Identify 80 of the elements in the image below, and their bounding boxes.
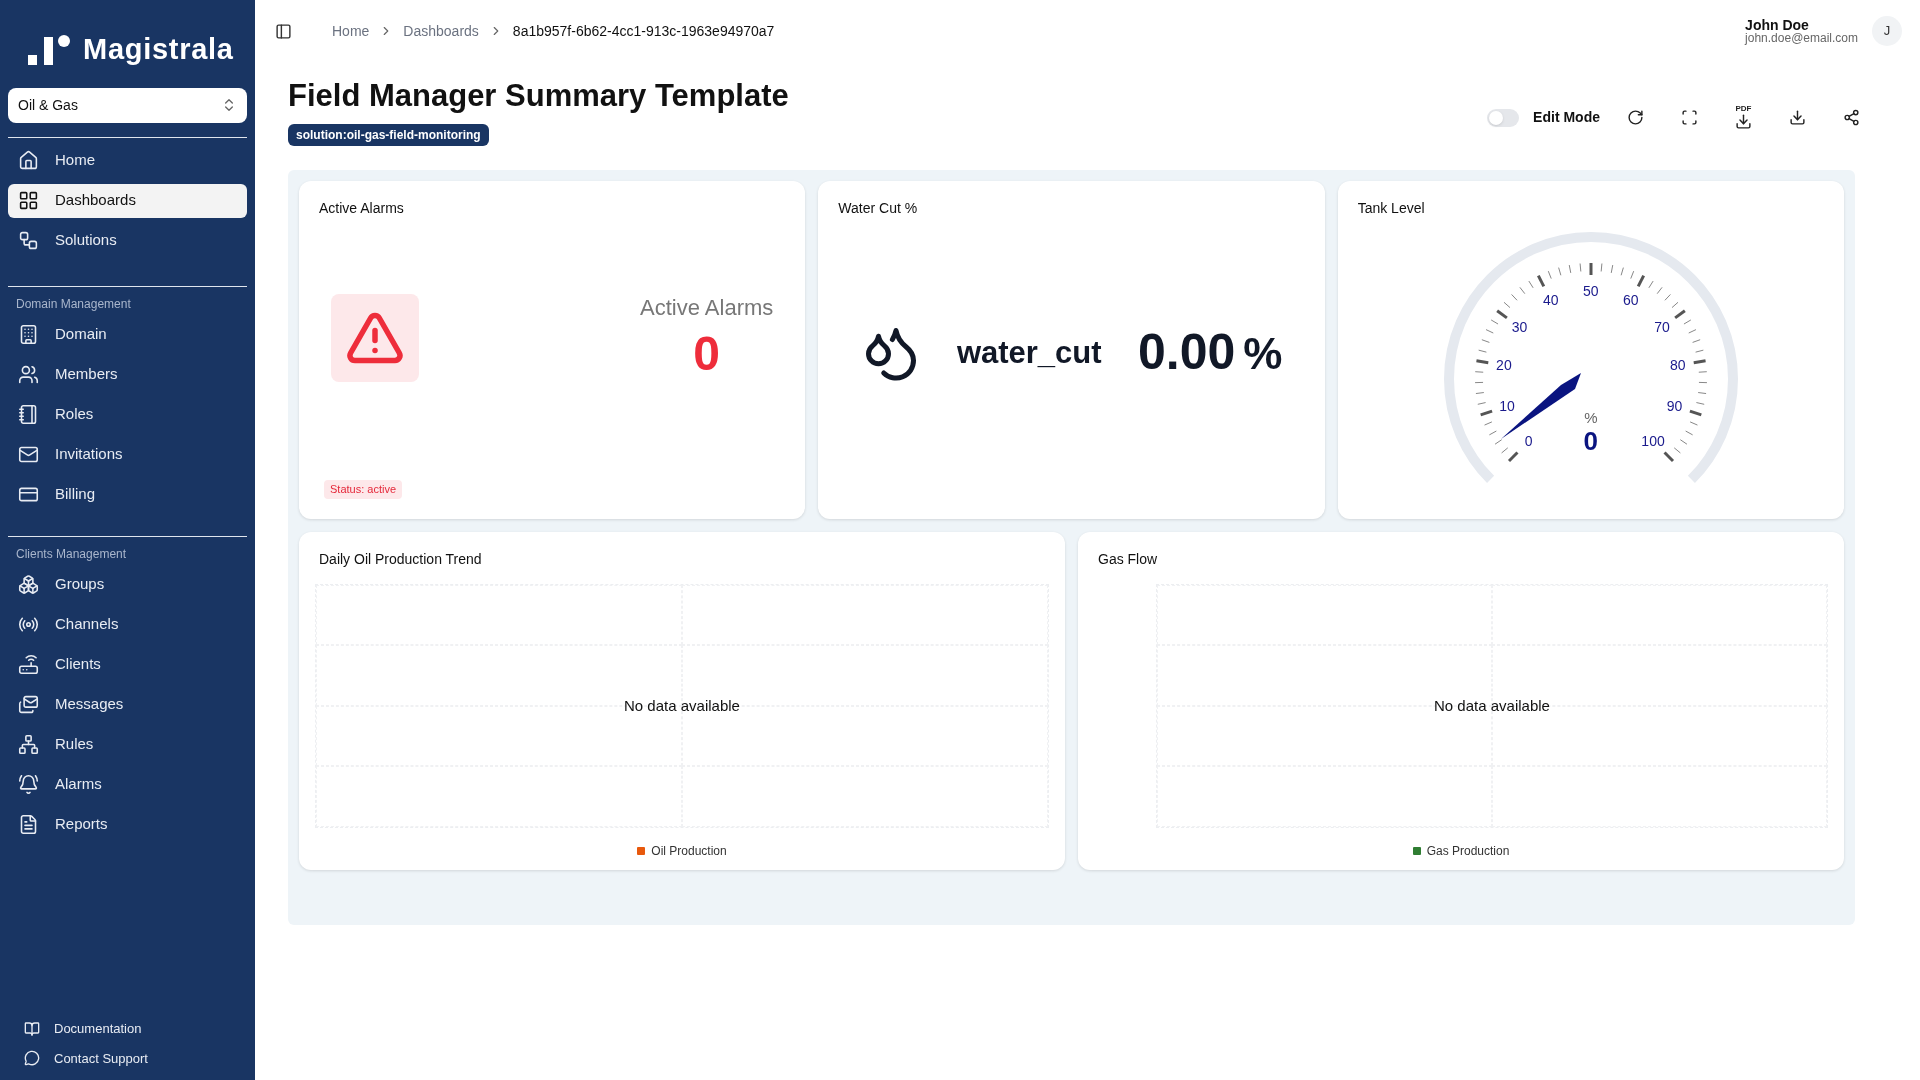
gauge-scale-label: 0 bbox=[1524, 433, 1533, 448]
alarm-count: 0 bbox=[693, 326, 721, 382]
nav-item[interactable]: Messages bbox=[8, 687, 247, 722]
nav-item[interactable]: Domain bbox=[8, 317, 247, 352]
pdf-export-button[interactable]: PDF bbox=[1735, 105, 1752, 130]
gauge-scale-label: 20 bbox=[1496, 357, 1512, 372]
metric-value: 0.00 bbox=[1138, 323, 1236, 383]
document-icon bbox=[18, 814, 39, 835]
footer-link[interactable]: Documentation bbox=[24, 1019, 247, 1039]
gauge-scale-label: 60 bbox=[1622, 293, 1639, 308]
gauge-scale-label: 30 bbox=[1511, 320, 1528, 334]
notebook-icon bbox=[18, 404, 39, 425]
empty-message: No data available bbox=[623, 695, 741, 716]
nav-item[interactable]: Home bbox=[8, 143, 247, 178]
section-title: Domain Management bbox=[15, 295, 132, 313]
breadcrumb-item[interactable]: Dashboards bbox=[403, 20, 479, 42]
gauge-scale-label: 70 bbox=[1654, 320, 1670, 334]
sidebar-toggle-icon[interactable] bbox=[275, 22, 292, 40]
nav-item[interactable]: Reports bbox=[8, 807, 247, 842]
metric-name: water_cut bbox=[956, 333, 1102, 372]
bell-icon bbox=[18, 774, 39, 795]
nav-item[interactable]: Rules bbox=[8, 727, 247, 762]
solution-tag: solution:oil-gas-field-monitoring bbox=[288, 123, 489, 146]
gauge-scale-label: 50 bbox=[1583, 283, 1599, 298]
current-page-label: 8a1b957f-6b62-4cc1-913c-1963e94970a7 bbox=[512, 21, 775, 41]
legend-label: Gas Production bbox=[1426, 842, 1510, 860]
nav-item[interactable]: Groups bbox=[8, 567, 247, 602]
gauge-scale-label: 90 bbox=[1666, 398, 1683, 413]
grid-icon bbox=[18, 190, 39, 211]
logo-icon bbox=[26, 32, 71, 67]
nav-item[interactable]: Invitations bbox=[8, 437, 247, 472]
gauge-scale-label: 80 bbox=[1669, 357, 1686, 372]
chat-icon bbox=[24, 1050, 40, 1067]
router-icon bbox=[18, 654, 39, 675]
empty-message: No data available bbox=[1433, 695, 1551, 716]
nav-item[interactable]: Channels bbox=[8, 607, 247, 642]
share-icon[interactable] bbox=[1843, 109, 1860, 126]
home-icon bbox=[18, 150, 39, 171]
page-title: Field Manager Summary Template bbox=[288, 77, 789, 115]
gauge-scale-label: 100 bbox=[1641, 433, 1665, 448]
edit-mode-switch[interactable] bbox=[1487, 108, 1520, 127]
building-icon bbox=[18, 324, 39, 345]
gauge-scale-label: 10 bbox=[1499, 398, 1515, 413]
edit-mode-label: Edit Mode bbox=[1533, 108, 1600, 127]
download-icon[interactable] bbox=[1789, 109, 1806, 126]
nav-item[interactable]: Roles bbox=[8, 397, 247, 432]
status-badge: Status: active bbox=[324, 480, 403, 499]
nodes-icon bbox=[18, 734, 39, 755]
widget-title: Active Alarms bbox=[318, 198, 405, 218]
user-name: John Doe bbox=[1745, 18, 1810, 32]
alarm-label: Active Alarms bbox=[640, 294, 774, 322]
section-title: Clients Management bbox=[15, 545, 128, 563]
nav-item[interactable]: Solutions bbox=[8, 223, 247, 258]
nav-item[interactable]: Clients bbox=[8, 647, 247, 682]
breadcrumb-item[interactable]: Home bbox=[332, 20, 370, 42]
domain-select[interactable]: Oil & Gas bbox=[8, 87, 247, 123]
book-icon bbox=[24, 1020, 40, 1037]
widget-title: Gas Flow bbox=[1097, 549, 1159, 569]
mail-icon bbox=[18, 444, 39, 465]
user-avatar[interactable]: J bbox=[1872, 16, 1902, 46]
boxes-icon bbox=[18, 574, 39, 595]
workflow-icon bbox=[18, 230, 39, 251]
mails-icon bbox=[18, 694, 39, 715]
metric-unit: % bbox=[1243, 328, 1283, 381]
user-email: john.doe@email.com bbox=[1745, 32, 1858, 44]
gauge-scale-label: 40 bbox=[1543, 293, 1559, 308]
nav-item[interactable]: Dashboards bbox=[8, 183, 247, 218]
widget-title: Tank Level bbox=[1356, 198, 1426, 218]
legend-label: Oil Production bbox=[651, 842, 727, 860]
nav-item[interactable]: Members bbox=[8, 357, 247, 392]
fullscreen-icon[interactable] bbox=[1681, 109, 1698, 126]
widget-title: Water Cut % bbox=[837, 198, 919, 218]
footer-link[interactable]: Contact Support bbox=[24, 1048, 247, 1068]
brand-name: Magistrala bbox=[83, 32, 234, 67]
users-icon bbox=[18, 364, 39, 385]
refresh-icon[interactable] bbox=[1627, 109, 1644, 126]
download-icon bbox=[1735, 113, 1752, 130]
widget-title: Daily Oil Production Trend bbox=[318, 549, 483, 569]
nav-item[interactable]: Alarms bbox=[8, 767, 247, 802]
nav-item[interactable]: Billing bbox=[8, 477, 247, 512]
